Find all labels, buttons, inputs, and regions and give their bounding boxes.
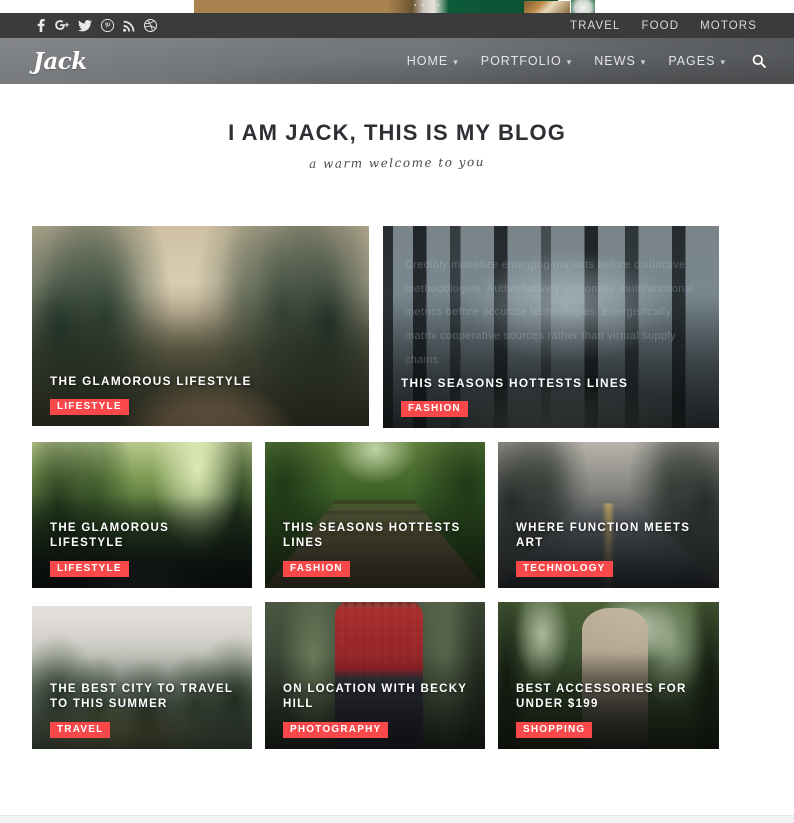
chevron-down-icon: ▾ (640, 57, 647, 67)
page-subtitle: a warm welcome to you (308, 155, 486, 171)
post-caption: THE BEST CITY TO TRAVEL TO THIS SUMMER T… (50, 682, 238, 738)
post-title: ON LOCATION WITH BECKY HILL (283, 682, 468, 711)
pinterest-icon[interactable] (101, 19, 114, 32)
post-category-tag[interactable]: FASHION (283, 560, 350, 577)
post-card[interactable]: BEST ACCESSORIES FOR UNDER $199 SHOPPING (498, 602, 719, 749)
post-category-tag[interactable]: TRAVEL (50, 721, 111, 738)
post-title: THE GLAMOROUS LIFESTYLE (50, 373, 252, 388)
chevron-down-icon: ▾ (453, 57, 459, 67)
post-category-tag[interactable]: LIFESTYLE (50, 398, 129, 415)
post-title: THIS SEASONS HOTTESTS LINES (283, 521, 461, 550)
page-title: I AM JACK, THIS IS MY BLOG (228, 120, 566, 145)
facebook-icon[interactable] (36, 19, 46, 32)
post-title: BEST ACCESSORIES FOR UNDER $199 (516, 682, 687, 711)
post-caption: THE GLAMOROUS LIFESTYLE LIFESTYLE (50, 374, 355, 415)
ad-banner-image-right (571, 0, 595, 13)
ad-banner-image-left (524, 1, 570, 13)
search-icon[interactable] (752, 54, 766, 68)
nav-item-portfolio-label: PORTFOLIO (480, 54, 562, 68)
social-links (36, 19, 157, 32)
top-utility-bar: TRAVEL FOOD MOTORS (0, 13, 794, 38)
topnav-item-food[interactable]: FOOD (642, 20, 680, 32)
post-card[interactable]: Credibly monetize emerging markets befor… (383, 226, 719, 428)
main-menu: HOME ▾ PORTFOLIO ▾ NEWS ▾ PAGES ▾ (407, 54, 766, 68)
post-caption: THIS SEASONS HOTTESTS LINES FASHION (401, 376, 705, 417)
post-caption: WHERE FUNCTION MEETS ART TECHNOLOGY (516, 521, 705, 577)
post-card[interactable]: THE GLAMOROUS LIFESTYLE LIFESTYLE (32, 226, 369, 426)
nav-item-news[interactable]: NEWS ▾ (594, 54, 646, 68)
post-caption: BEST ACCESSORIES FOR UNDER $199 SHOPPING (516, 682, 705, 738)
post-title: THIS SEASONS HOTTESTS LINES (401, 375, 629, 390)
post-title: THE BEST CITY TO TRAVEL TO THIS SUMMER (50, 682, 234, 711)
post-card[interactable]: THIS SEASONS HOTTESTS LINES FASHION (265, 442, 485, 588)
nav-item-pages[interactable]: PAGES ▾ (668, 54, 726, 68)
footer-band (0, 815, 794, 823)
ad-banner-artwork: ▪ ▪ ▪ ▪ (194, 0, 595, 13)
site-logo[interactable]: Jack (33, 48, 87, 75)
chevron-down-icon: ▾ (720, 57, 726, 67)
post-category-tag[interactable]: LIFESTYLE (50, 560, 129, 577)
post-title: THE GLAMOROUS LIFESTYLE (50, 521, 170, 550)
post-caption: THIS SEASONS HOTTESTS LINES FASHION (283, 521, 471, 577)
nav-item-portfolio[interactable]: PORTFOLIO ▾ (481, 54, 573, 68)
post-category-tag[interactable]: FASHION (401, 400, 468, 417)
post-card[interactable]: ON LOCATION WITH BECKY HILL PHOTOGRAPHY (265, 602, 485, 749)
page-heading: I AM JACK, THIS IS MY BLOG a warm welcom… (0, 120, 794, 171)
post-card[interactable]: THE GLAMOROUS LIFESTYLE LIFESTYLE (32, 442, 252, 588)
chevron-down-icon: ▾ (566, 57, 573, 67)
post-category-tag[interactable]: PHOTOGRAPHY (283, 721, 389, 738)
dribbble-icon[interactable] (144, 19, 157, 32)
post-title: WHERE FUNCTION MEETS ART (516, 521, 691, 550)
nav-item-news-label: NEWS (594, 54, 636, 68)
post-card[interactable]: THE BEST CITY TO TRAVEL TO THIS SUMMER T… (32, 606, 252, 749)
topnav-item-travel[interactable]: TRAVEL (570, 20, 620, 32)
post-caption: THE GLAMOROUS LIFESTYLE LIFESTYLE (50, 521, 238, 577)
twitter-icon[interactable] (78, 19, 92, 32)
topnav-item-motors[interactable]: MOTORS (700, 20, 757, 32)
top-ad-banner[interactable]: ▪ ▪ ▪ ▪ (0, 0, 794, 13)
ad-banner-dots: ▪ ▪ ▪ ▪ (414, 3, 442, 9)
post-caption: ON LOCATION WITH BECKY HILL PHOTOGRAPHY (283, 682, 471, 738)
top-category-nav: TRAVEL FOOD MOTORS (570, 20, 757, 32)
main-navigation-bar: Jack HOME ▾ PORTFOLIO ▾ NEWS ▾ PAGES ▾ (0, 38, 794, 84)
nav-item-home-label: HOME (406, 54, 449, 68)
google-plus-icon[interactable] (55, 19, 69, 32)
post-category-tag[interactable]: TECHNOLOGY (516, 560, 613, 577)
post-category-tag[interactable]: SHOPPING (516, 721, 593, 738)
nav-item-pages-label: PAGES (668, 54, 716, 68)
nav-item-home[interactable]: HOME ▾ (407, 54, 459, 68)
rss-icon[interactable] (123, 20, 135, 32)
post-card[interactable]: WHERE FUNCTION MEETS ART TECHNOLOGY (498, 442, 719, 588)
